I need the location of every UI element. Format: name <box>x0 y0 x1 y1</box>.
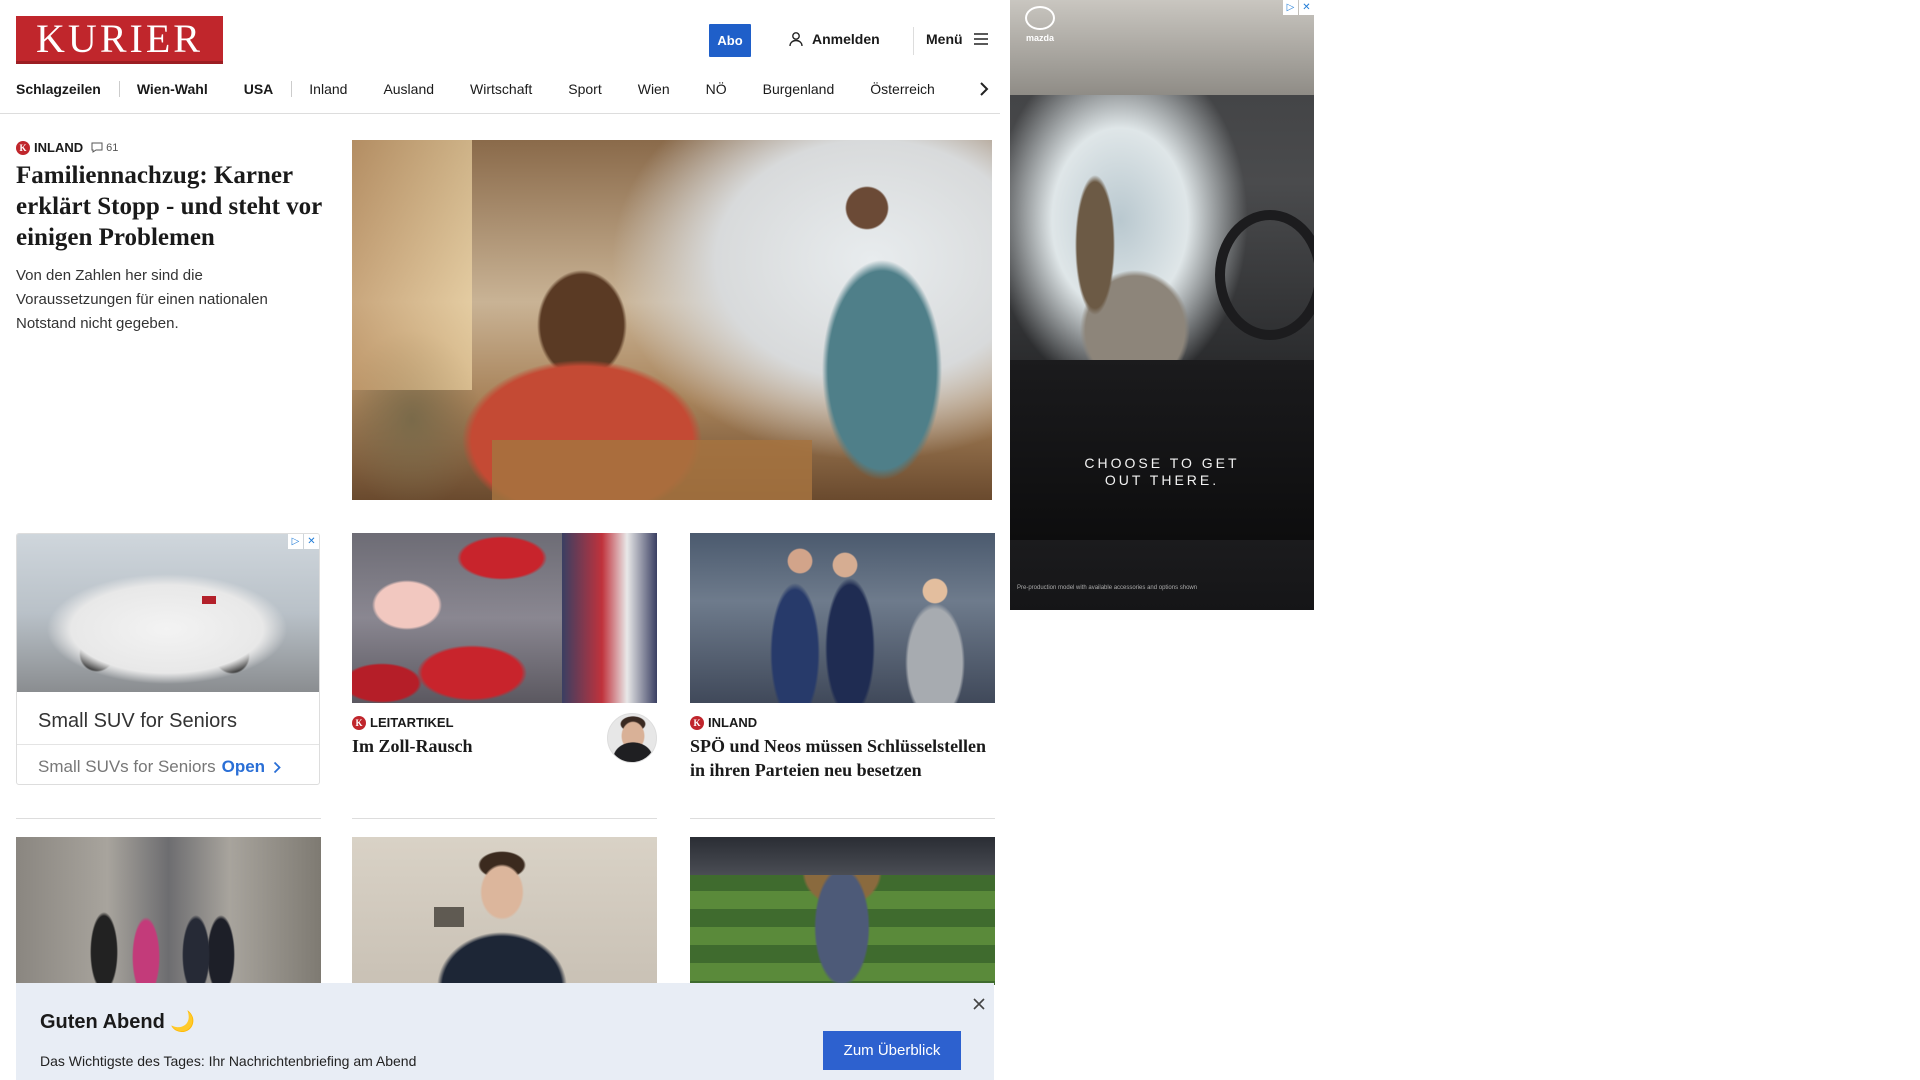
kurier-k-icon: K <box>690 715 704 730</box>
article-kicker[interactable]: K LEITARTIKEL <box>352 715 454 730</box>
adchoices-badge[interactable]: ▷ ✕ <box>288 534 319 549</box>
mazda-display-ad[interactable]: mazda ▷ ✕ <box>1010 0 1314 610</box>
menu-label: Menü <box>926 31 963 47</box>
article-image-portrait[interactable] <box>352 837 657 985</box>
close-icon <box>973 998 985 1010</box>
nav-item-wien[interactable]: Wien <box>638 81 670 97</box>
ad-car-seat <box>1010 360 1314 540</box>
suv-taillight <box>202 596 216 604</box>
adchoices-badge[interactable]: ▷ ✕ <box>1283 0 1314 15</box>
mazda-emblem-icon <box>1025 6 1055 30</box>
nav-item-usa[interactable]: USA <box>244 81 274 97</box>
nav-item-inland[interactable]: Inland <box>309 81 347 97</box>
nav-separator <box>291 81 293 97</box>
mazda-logo: mazda <box>1018 6 1062 52</box>
comment-icon <box>91 142 103 153</box>
image-crowd-detail <box>690 837 995 875</box>
ad-open-label: Open <box>221 757 266 776</box>
header-bottom-border <box>0 113 1000 114</box>
kurier-logo[interactable]: KURIER <box>16 16 223 64</box>
ad-tagline: CHOOSE TO GET OUT THERE. <box>1084 455 1240 488</box>
sponsored-ad-card[interactable]: ▷ ✕ Small SUV for Seniors Small SUVs for… <box>16 533 320 785</box>
login-label: Anmelden <box>812 31 880 47</box>
nav-item-oesterreich[interactable]: Österreich <box>870 81 935 97</box>
lead-kicker[interactable]: K INLAND <box>16 140 83 155</box>
section-nav: Schlagzeilen Wien-Wahl USA Inland Auslan… <box>16 78 994 100</box>
image-window-detail <box>352 140 472 390</box>
ad-steering-wheel <box>1215 210 1314 340</box>
divider <box>690 818 995 819</box>
article-image-runway[interactable] <box>690 837 995 985</box>
article-kicker[interactable]: K INLAND <box>690 715 757 730</box>
header-divider <box>913 27 914 55</box>
adchoices-icon: ▷ <box>288 534 303 549</box>
article-image-politicians[interactable] <box>16 837 321 985</box>
nav-item-ausland[interactable]: Ausland <box>383 81 434 97</box>
article-kicker-label: INLAND <box>708 715 758 730</box>
ad-close-icon[interactable]: ✕ <box>1299 0 1314 15</box>
divider <box>352 818 657 819</box>
ad-open-link[interactable]: Open <box>222 757 281 777</box>
lead-kicker-label: INLAND <box>34 140 84 155</box>
banner-title: Guten Abend 🌙 <box>40 1011 196 1033</box>
divider <box>16 818 321 819</box>
article-image-maga-caps[interactable] <box>352 533 657 703</box>
article-headline[interactable]: SPÖ und Neos müssen Schlüsselstellen in … <box>690 734 995 782</box>
ad-suv-image <box>17 534 319 692</box>
article-headline[interactable]: Im Zoll-Rausch <box>352 734 592 758</box>
comments-count[interactable]: 61 <box>91 142 118 154</box>
evening-briefing-banner: Guten Abend 🌙 Das Wichtigste des Tages: … <box>16 983 994 1080</box>
chevron-right-icon <box>273 761 281 773</box>
comments-count-label: 61 <box>106 141 119 154</box>
lead-headline[interactable]: Familiennachzug: Karner erklärt Stopp - … <box>16 160 326 253</box>
image-window-detail <box>434 907 464 927</box>
overview-button[interactable]: Zum Überblick <box>823 1031 961 1070</box>
user-icon <box>789 32 803 47</box>
article-image-handshake[interactable] <box>690 533 995 703</box>
lead-meta: K INLAND 61 <box>16 140 118 155</box>
nav-item-wirtschaft[interactable]: Wirtschaft <box>470 81 532 97</box>
nav-item-wien-wahl[interactable]: Wien-Wahl <box>137 81 208 97</box>
nav-item-sport[interactable]: Sport <box>568 81 601 97</box>
article-kicker-label: LEITARTIKEL <box>370 715 454 730</box>
author-avatar[interactable] <box>607 713 657 763</box>
ad-title: Small SUV for Seniors <box>38 710 237 732</box>
kurier-k-icon: K <box>16 140 30 155</box>
chevron-right-icon <box>980 82 989 96</box>
ad-close-icon[interactable]: ✕ <box>304 534 319 549</box>
banner-close-button[interactable] <box>968 993 990 1015</box>
ad-divider <box>17 744 319 745</box>
nav-separator <box>118 81 120 97</box>
lead-teaser: Von den Zahlen her sind die Voraussetzun… <box>16 267 268 332</box>
nav-item-burgenland[interactable]: Burgenland <box>763 81 835 97</box>
ad-fineprint: Pre-production model with available acce… <box>1017 585 1198 591</box>
kurier-k-icon: K <box>352 715 366 730</box>
menu-button[interactable]: Menü <box>926 31 989 47</box>
lead-image-classroom[interactable] <box>352 140 992 500</box>
hamburger-icon <box>973 33 988 45</box>
login-button[interactable]: Anmelden <box>788 31 880 47</box>
ad-subtitle: Small SUVs for Seniors <box>38 757 216 776</box>
nav-item-noe[interactable]: NÖ <box>706 81 727 97</box>
article-meta: K LEITARTIKEL <box>352 715 454 730</box>
image-desk-detail <box>492 440 812 500</box>
article-meta: K INLAND <box>690 715 757 730</box>
ad-footer: Small SUVs for Seniors Open <box>38 757 281 777</box>
mazda-brand-label: mazda <box>1025 33 1054 43</box>
nav-scroll-right-button[interactable] <box>976 78 992 100</box>
banner-text: Das Wichtigste des Tages: Ihr Nachrichte… <box>40 1053 417 1069</box>
adchoices-icon: ▷ <box>1283 0 1298 15</box>
abo-button[interactable]: Abo <box>709 24 751 57</box>
nav-item-schlagzeilen[interactable]: Schlagzeilen <box>16 81 101 97</box>
